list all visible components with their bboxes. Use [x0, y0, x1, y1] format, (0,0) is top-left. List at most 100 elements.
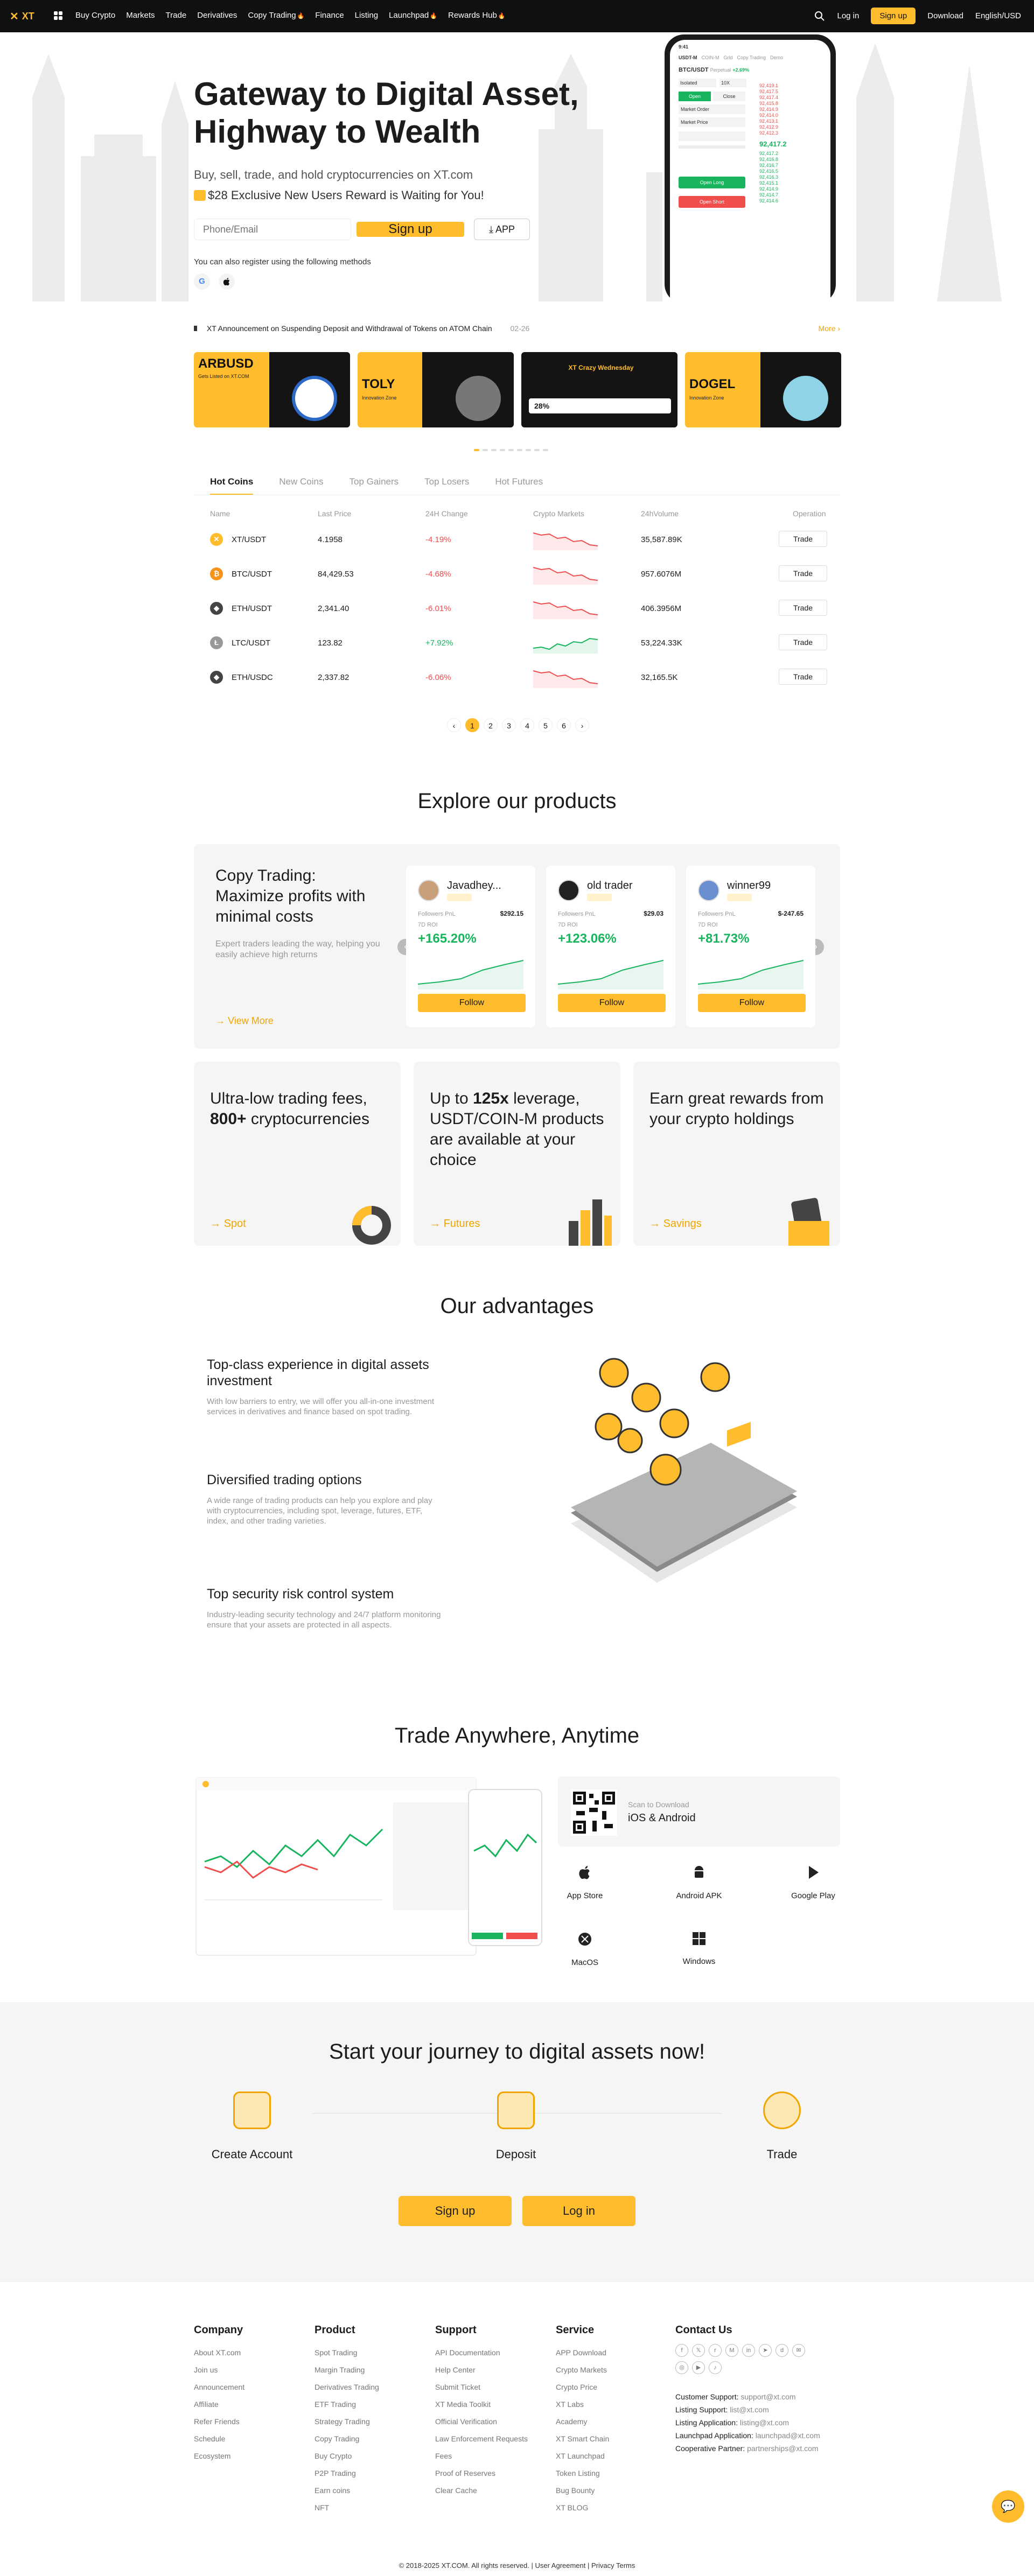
footer-link[interactable]: Buy Crypto: [315, 2447, 379, 2465]
follow-button[interactable]: Follow: [558, 994, 666, 1012]
facebook-icon[interactable]: f: [675, 2344, 688, 2357]
footer-link[interactable]: Submit Ticket: [435, 2378, 528, 2396]
footer-link[interactable]: Crypto Markets: [556, 2361, 609, 2378]
app-download-button[interactable]: ⤓ APP: [474, 219, 530, 240]
xt-logo[interactable]: ✕ XT: [10, 10, 34, 23]
reddit-icon[interactable]: r: [709, 2344, 722, 2357]
pair-name[interactable]: BTC/USDT: [232, 570, 272, 579]
page-button[interactable]: 6: [557, 718, 571, 732]
trade-button[interactable]: Trade: [779, 634, 827, 650]
product-futures[interactable]: Up to 125x leverage, USDT/COIN-M product…: [414, 1062, 620, 1246]
page-button[interactable]: 4: [520, 718, 534, 732]
language-currency-select[interactable]: English/USD: [975, 11, 1021, 20]
nav-item-finance[interactable]: Finance: [315, 11, 344, 20]
contact-email[interactable]: support@xt.com: [740, 2392, 795, 2401]
tab-hot-coins[interactable]: Hot Coins: [210, 476, 254, 495]
pair-name[interactable]: LTC/USDT: [232, 638, 270, 648]
hero-signup-button[interactable]: Sign up: [357, 222, 464, 237]
search-icon[interactable]: [814, 11, 825, 22]
trader-card[interactable]: old trader Followers PnL $29.03 7D ROI +123.…: [546, 866, 675, 1027]
footer-link[interactable]: Help Center: [435, 2361, 528, 2378]
medium-icon[interactable]: M: [725, 2344, 738, 2357]
footer-link[interactable]: Earn coins: [315, 2482, 379, 2499]
download-link[interactable]: Download: [927, 11, 963, 20]
footer-link[interactable]: XT Smart Chain: [556, 2430, 609, 2447]
footer-link[interactable]: Spot Trading: [315, 2344, 379, 2361]
contact-email[interactable]: listing@xt.com: [740, 2418, 789, 2427]
footer-link[interactable]: Join us: [194, 2361, 244, 2378]
footer-link[interactable]: XT Launchpad: [556, 2447, 609, 2465]
footer-link[interactable]: Token Listing: [556, 2465, 609, 2482]
footer-link[interactable]: XT Labs: [556, 2396, 609, 2413]
trade-button[interactable]: Trade: [779, 600, 827, 616]
android-apk-link[interactable]: Android APK: [667, 1865, 731, 1900]
windows-link[interactable]: Windows: [667, 1932, 731, 1966]
nav-item-buy-crypto[interactable]: Buy Crypto: [75, 11, 115, 20]
contact-email[interactable]: list@xt.com: [730, 2405, 769, 2414]
telegram-icon[interactable]: ➤: [759, 2344, 772, 2357]
footer-link[interactable]: NFT: [315, 2499, 379, 2516]
footer-link[interactable]: XT BLOG: [556, 2499, 609, 2516]
spot-link[interactable]: → Spot: [210, 1218, 246, 1230]
footer-link[interactable]: Fees: [435, 2447, 528, 2465]
tab-new-coins[interactable]: New Coins: [279, 476, 323, 487]
footer-link[interactable]: Announcement: [194, 2378, 244, 2396]
nav-item-trade[interactable]: Trade: [166, 11, 187, 20]
pair-name[interactable]: ETH/USDC: [232, 673, 273, 682]
product-spot[interactable]: Ultra-low trading fees, 800+ cryptocurre…: [194, 1062, 401, 1246]
trader-card[interactable]: Javadhey... Followers PnL $292.15 7D ROI +16…: [406, 866, 535, 1027]
contact-email[interactable]: partnerships@xt.com: [747, 2444, 818, 2453]
apple-login-icon[interactable]: [219, 273, 235, 290]
instagram-icon[interactable]: ◎: [675, 2361, 688, 2374]
app-store-link[interactable]: App Store: [553, 1865, 617, 1900]
page-button[interactable]: 2: [484, 718, 498, 732]
page-next[interactable]: ›: [575, 718, 589, 732]
trade-button[interactable]: Trade: [779, 531, 827, 547]
view-more-link[interactable]: → View More: [215, 1015, 274, 1027]
footer-link[interactable]: API Documentation: [435, 2344, 528, 2361]
footer-link[interactable]: ETF Trading: [315, 2396, 379, 2413]
google-login-icon[interactable]: G: [194, 273, 210, 290]
youtube-icon[interactable]: ▶: [692, 2361, 705, 2374]
journey-login-button[interactable]: Log in: [522, 2196, 635, 2226]
footer-link[interactable]: Clear Cache: [435, 2482, 528, 2499]
banner-crazy-wednesday[interactable]: XT Crazy Wednesday 28%: [521, 352, 677, 427]
page-button[interactable]: 5: [539, 718, 553, 732]
trade-button[interactable]: Trade: [779, 565, 827, 581]
announcement-text[interactable]: XT Announcement on Suspending Deposit an…: [207, 324, 492, 333]
tab-top-losers[interactable]: Top Losers: [424, 476, 469, 487]
footer-link[interactable]: Strategy Trading: [315, 2413, 379, 2430]
follow-button[interactable]: Follow: [418, 994, 526, 1012]
futures-link[interactable]: → Futures: [430, 1218, 480, 1230]
nav-item-launchpad[interactable]: Launchpad 🔥: [389, 11, 437, 20]
footer-link[interactable]: Official Verification: [435, 2413, 528, 2430]
footer-link[interactable]: Margin Trading: [315, 2361, 379, 2378]
x-twitter-icon[interactable]: 𝕏: [692, 2344, 705, 2357]
nav-item-derivatives[interactable]: Derivatives: [197, 11, 237, 20]
footer-link[interactable]: Copy Trading: [315, 2430, 379, 2447]
footer-link[interactable]: About XT.com: [194, 2344, 244, 2361]
tiktok-icon[interactable]: ♪: [709, 2361, 722, 2374]
journey-signup-button[interactable]: Sign up: [399, 2196, 512, 2226]
google-play-link[interactable]: Google Play: [781, 1865, 846, 1900]
nav-item-rewards-hub[interactable]: Rewards Hub 🔥: [448, 11, 506, 20]
carousel-dots[interactable]: [474, 449, 548, 451]
nav-item-copy-trading[interactable]: Copy Trading 🔥: [248, 11, 304, 20]
footer-link[interactable]: Academy: [556, 2413, 609, 2430]
pair-name[interactable]: ETH/USDT: [232, 604, 272, 613]
footer-link[interactable]: Crypto Price: [556, 2378, 609, 2396]
tab-top-gainers[interactable]: Top Gainers: [349, 476, 399, 487]
banner-arbusd[interactable]: ARBUSD Gets Listed on XT.COM: [194, 352, 350, 427]
footer-link[interactable]: Schedule: [194, 2430, 244, 2447]
page-prev[interactable]: ‹: [447, 718, 461, 732]
phone-email-input[interactable]: [194, 219, 351, 240]
footer-link[interactable]: Derivatives Trading: [315, 2378, 379, 2396]
footer-link[interactable]: Ecosystem: [194, 2447, 244, 2465]
footer-link[interactable]: XT Media Toolkit: [435, 2396, 528, 2413]
footer-link[interactable]: APP Download: [556, 2344, 609, 2361]
tab-hot-futures[interactable]: Hot Futures: [495, 476, 543, 487]
nav-item-markets[interactable]: Markets: [126, 11, 155, 20]
page-button[interactable]: 3: [502, 718, 516, 732]
page-button[interactable]: 1: [465, 718, 479, 732]
signup-button[interactable]: Sign up: [871, 8, 916, 24]
